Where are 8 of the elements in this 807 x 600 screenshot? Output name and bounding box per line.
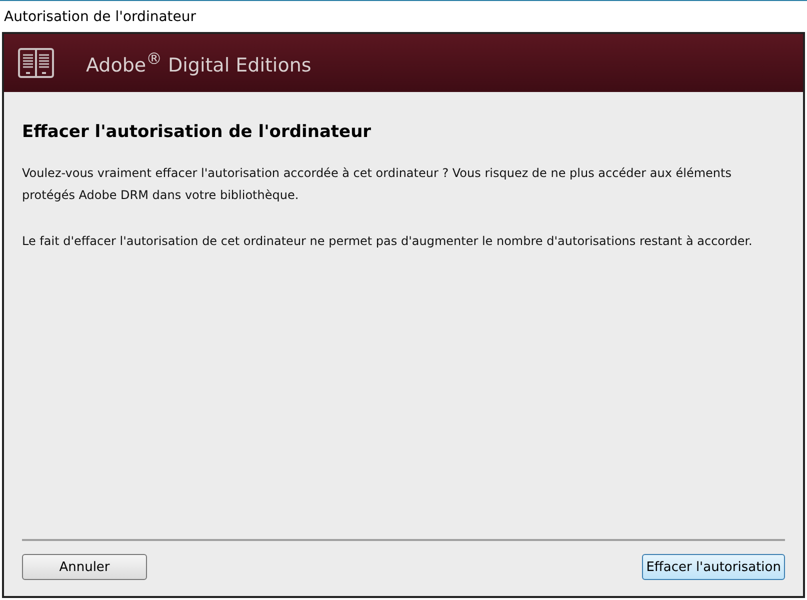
window-title: Autorisation de l'ordinateur (4, 8, 196, 24)
dialog-button[interactable]: Effacer l'autorisation (642, 554, 785, 580)
message-text: Voulez-vous vraiment effacer l'autorisation accordée à cet ordinateur ? Vous risquez de ne plus accéder aux éléments protégés Adobe DRM dans votre bibliothèque. (22, 165, 732, 204)
book-icon (18, 48, 54, 78)
product-name: Adobe$^{®}$ Digital Editions (86, 49, 312, 77)
message-text: Le fait d'effacer l'autorisation de cet ordinateur ne permet pas d'augmenter le nombre d'autorisations restant à accorder. (22, 233, 754, 250)
dialog-button[interactable]: Annuler (22, 554, 147, 580)
dialog-heading: Effacer l'autorisation de l'ordinateur (22, 122, 372, 142)
